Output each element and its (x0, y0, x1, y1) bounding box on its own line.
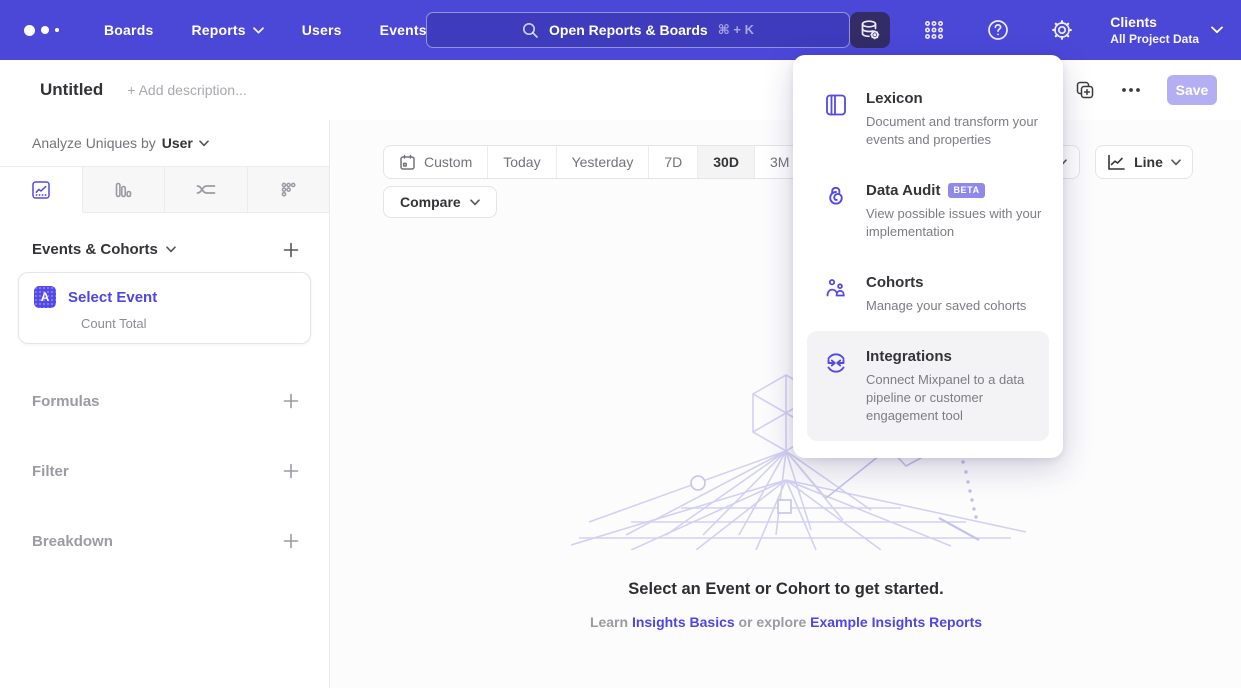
insights-basics-link[interactable]: Insights Basics (632, 614, 735, 630)
duplicate-icon (1075, 80, 1095, 100)
add-event-button[interactable] (283, 242, 299, 258)
apps-grid-icon (922, 18, 946, 42)
empty-state-links: Learn Insights Basics or explore Example… (331, 614, 1241, 630)
filter-section: Filter (0, 436, 329, 506)
beta-badge: BETA (948, 183, 984, 198)
project-name: All Project Data (1110, 32, 1199, 46)
event-letter-badge: A (34, 286, 56, 308)
event-selector-card[interactable]: A Select Event Count Total (18, 272, 311, 344)
chart-canvas-area: Custom Today Yesterday 7D 30D 3M 6M Line… (331, 120, 1241, 688)
duplicate-report-button[interactable] (1075, 80, 1095, 100)
plus-icon (283, 533, 299, 549)
chart-style-dropdown[interactable]: Line (1095, 145, 1193, 179)
line-chart-tab-icon (30, 179, 52, 201)
top-navbar: Boards Reports Users Events Open Reports… (0, 0, 1241, 60)
chevron-down-icon (1171, 159, 1181, 166)
analyze-prefix: Analyze Uniques by (32, 135, 156, 151)
database-gear-icon (858, 18, 882, 42)
chevron-down-icon (199, 140, 209, 147)
menu-item-data-audit[interactable]: Data AuditBETA View possible issues with… (807, 165, 1049, 257)
nav-item-reports[interactable]: Reports (191, 22, 263, 38)
gear-icon (1050, 18, 1074, 42)
mixpanel-logo[interactable] (24, 25, 70, 36)
metric-tab-icon (276, 178, 300, 202)
count-total-dropdown[interactable]: Count Total (81, 316, 296, 331)
menu-item-lexicon[interactable]: Lexicon Document and transform your even… (807, 73, 1049, 165)
chevron-down-icon (166, 246, 176, 253)
menu-item-integrations[interactable]: Integrations Connect Mixpanel to a data … (807, 331, 1049, 441)
report-title[interactable]: Untitled (40, 80, 103, 100)
compare-dropdown[interactable]: Compare (383, 186, 497, 218)
empty-state-heading: Select an Event or Cohort to get started… (331, 580, 1241, 599)
more-options-button[interactable] (1121, 87, 1141, 93)
query-builder-sidebar: Analyze Uniques by User (0, 120, 330, 688)
tab-metric[interactable] (248, 167, 330, 213)
nav-item-users[interactable]: Users (302, 22, 342, 38)
chevron-down-icon (253, 27, 264, 34)
add-formula-button[interactable] (283, 393, 299, 409)
help-button[interactable] (978, 12, 1018, 48)
events-cohorts-header: Events & Cohorts (0, 241, 329, 258)
chevron-down-icon (470, 199, 480, 206)
search-icon (522, 22, 539, 39)
search-shortcut: ⌘ + K (718, 22, 754, 38)
primary-nav: Boards Reports Users Events (104, 22, 427, 38)
settings-button[interactable] (1042, 12, 1082, 48)
chevron-down-icon (1211, 26, 1223, 34)
empty-state: Select an Event or Cohort to get started… (331, 580, 1241, 630)
project-switcher[interactable]: Clients All Project Data (1110, 14, 1223, 46)
org-name: Clients (1110, 14, 1199, 30)
add-description-field[interactable]: + Add description... (127, 82, 246, 98)
data-management-button[interactable] (850, 12, 890, 48)
date-custom[interactable]: Custom (384, 146, 488, 178)
lexicon-icon (823, 90, 849, 149)
plus-icon (283, 393, 299, 409)
calendar-icon (399, 154, 416, 171)
apps-grid-button[interactable] (914, 12, 954, 48)
integrations-icon (823, 348, 849, 425)
add-breakdown-button[interactable] (283, 533, 299, 549)
formulas-section: Formulas (0, 366, 329, 436)
global-search-input[interactable]: Open Reports & Boards ⌘ + K (426, 12, 850, 48)
help-icon (986, 18, 1010, 42)
example-reports-link[interactable]: Example Insights Reports (810, 614, 982, 630)
tab-flow-chart[interactable] (165, 167, 248, 213)
menu-item-cohorts[interactable]: Cohorts Manage your saved cohorts (807, 257, 1049, 331)
save-button[interactable]: Save (1167, 75, 1217, 105)
nav-item-events[interactable]: Events (380, 22, 427, 38)
date-yesterday[interactable]: Yesterday (557, 146, 650, 178)
plus-icon (283, 463, 299, 479)
analyze-entity-dropdown[interactable]: User (162, 135, 209, 151)
ellipsis-icon (1121, 87, 1141, 93)
header-actions: Save (1075, 60, 1217, 120)
nav-item-boards[interactable]: Boards (104, 22, 153, 38)
data-management-menu: Lexicon Document and transform your even… (793, 55, 1063, 458)
bar-chart-tab-icon (112, 179, 134, 201)
select-event-label[interactable]: Select Event (68, 289, 157, 306)
search-placeholder: Open Reports & Boards (549, 22, 708, 38)
line-chart-icon (1107, 154, 1126, 171)
add-filter-button[interactable] (283, 463, 299, 479)
cohorts-icon (823, 274, 849, 315)
navbar-right-cluster: Clients All Project Data (850, 0, 1223, 60)
breakdown-section: Breakdown (0, 506, 329, 576)
chart-type-tabs (0, 166, 329, 213)
date-30d[interactable]: 30D (698, 146, 755, 178)
tab-line-chart[interactable] (0, 167, 83, 213)
data-audit-icon (823, 182, 849, 241)
date-today[interactable]: Today (488, 146, 556, 178)
tab-bar-chart[interactable] (83, 167, 166, 213)
date-7d[interactable]: 7D (649, 146, 698, 178)
plus-icon (283, 242, 299, 258)
events-cohorts-dropdown[interactable]: Events & Cohorts (32, 241, 176, 258)
analyze-row: Analyze Uniques by User (0, 120, 329, 166)
flow-tab-icon (194, 178, 218, 202)
